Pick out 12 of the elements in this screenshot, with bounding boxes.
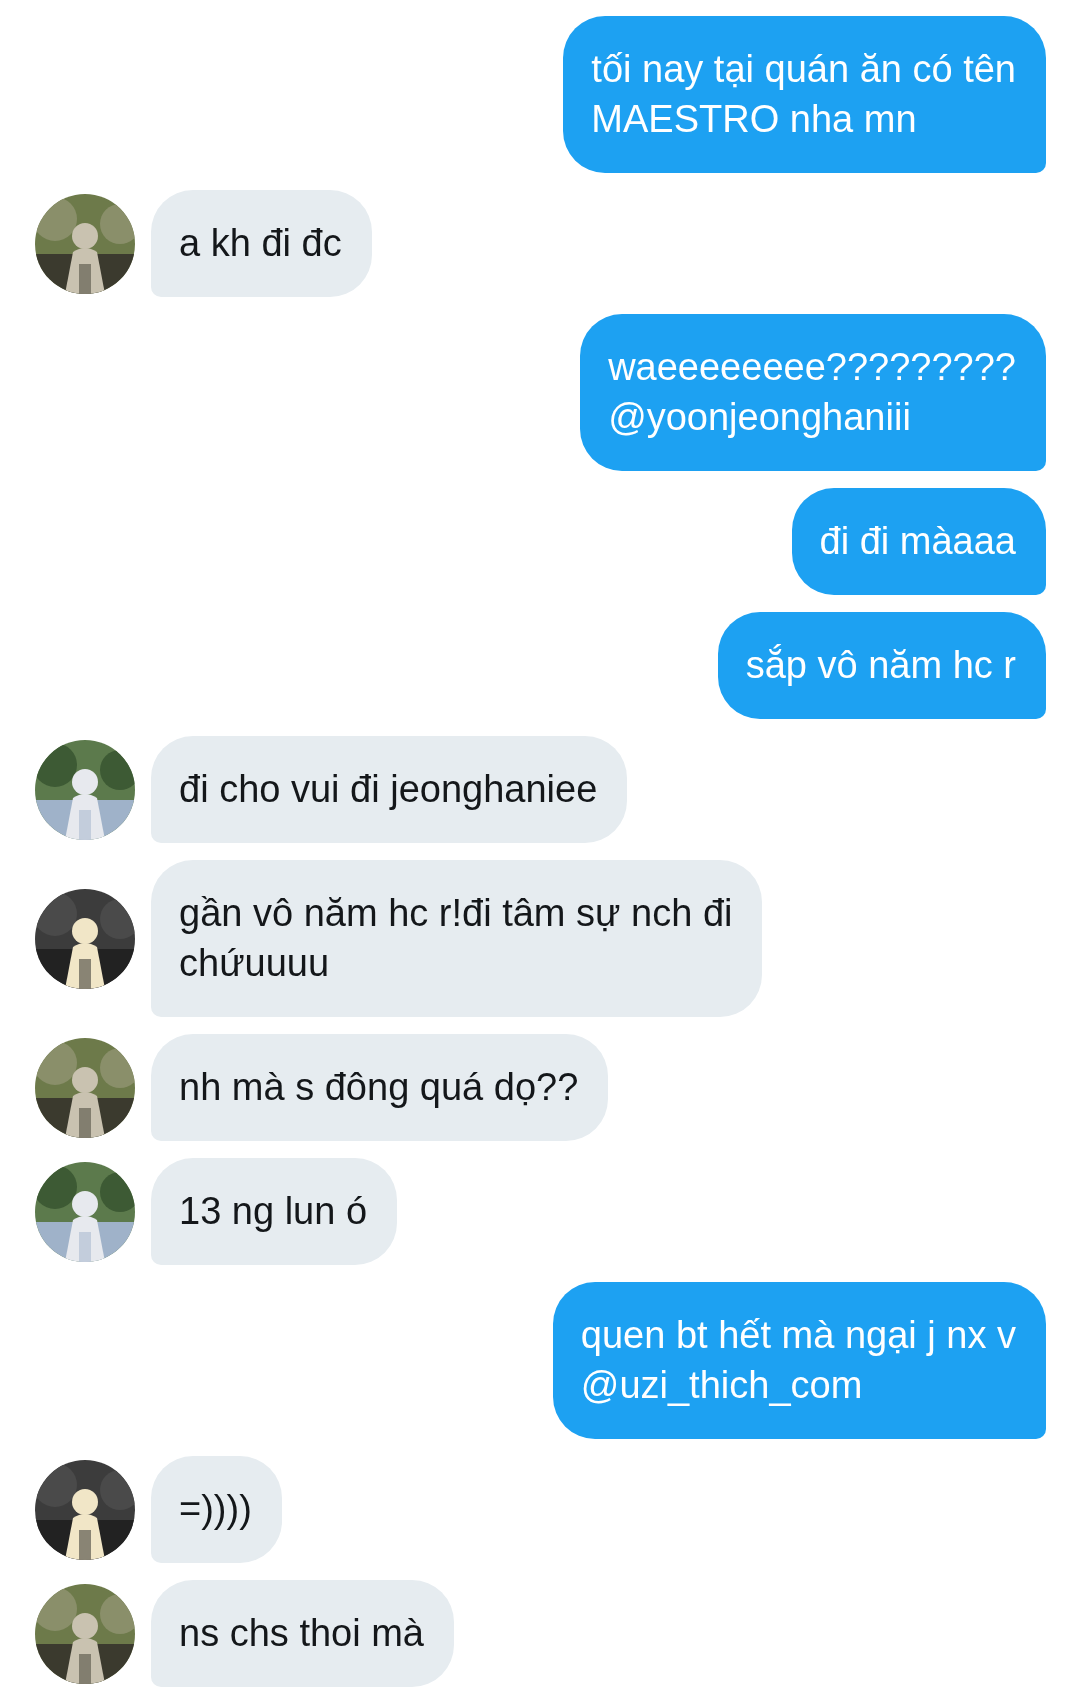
message-bubble: waeeeeeeee????????? @yoonjeonghaniii [580,314,1046,471]
message-bubble: 13 ng lun ó [151,1158,398,1265]
message-bubble: gần vô năm hc r!đi tâm sự nch đi chứuuuu [151,860,763,1017]
message-bubble: quen bt hết mà ngại j nx v @uzi_thich_com [552,1282,1046,1439]
message-bubble: sắp vô năm hc r [717,612,1046,719]
message-bubble: đi đi màaaa [791,488,1046,595]
message-bubble: =)))) [151,1456,282,1563]
message-bubble: nh mà s đông quá dọ?? [151,1034,609,1141]
message-bubble: tối nay tại quán ăn có tên MAESTRO nha mn [563,16,1046,173]
message-bubble: đi cho vui đi jeonghaniee [151,736,628,843]
message-bubble: ns chs thoi mà [151,1580,454,1687]
message-bubble: a kh đi đc [151,190,372,297]
